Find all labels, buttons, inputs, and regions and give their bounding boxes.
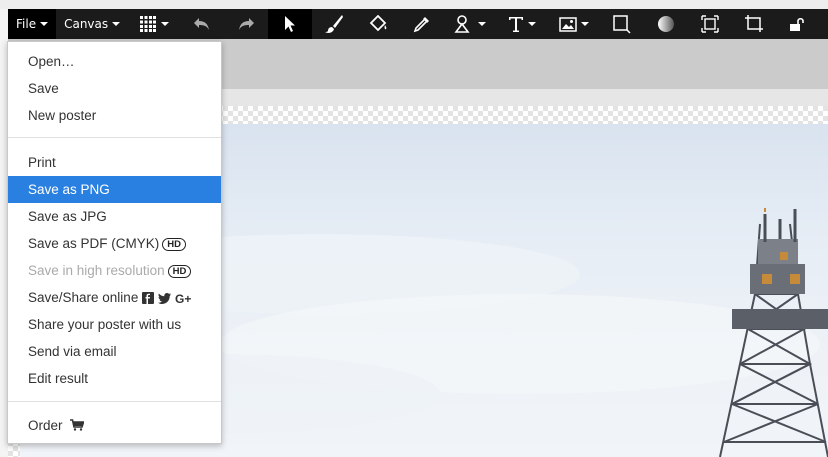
text-tool-icon: [509, 17, 524, 32]
border-tool-button[interactable]: [600, 9, 644, 39]
twitter-icon: [158, 292, 172, 304]
menu-item-label: Save: [28, 81, 59, 96]
canvas-menu-button[interactable]: Canvas: [56, 9, 128, 39]
eyedropper-tool-button[interactable]: [400, 9, 444, 39]
grid-icon: [140, 16, 157, 32]
canvas-menu-label: Canvas: [64, 17, 109, 31]
select-tool-button[interactable]: [268, 9, 313, 39]
menu-item-send-email[interactable]: Send via email: [8, 338, 221, 365]
chevron-down-icon: [528, 22, 537, 26]
chevron-down-icon: [581, 22, 590, 26]
window-top-strip: [0, 0, 828, 9]
menu-item-label: Print: [28, 155, 56, 170]
chevron-down-icon: [161, 22, 170, 26]
menu-item-label: Save in high resolution: [28, 263, 165, 278]
hd-badge: HD: [167, 265, 192, 278]
toolbar: File Canvas: [8, 9, 828, 39]
facebook-icon: [142, 292, 155, 304]
menu-item-label: Save/Share online: [28, 290, 139, 305]
redo-button[interactable]: [224, 9, 268, 39]
chevron-down-icon: [40, 22, 49, 26]
eyedropper-icon: [413, 17, 430, 33]
crop-tool-button[interactable]: [732, 9, 776, 39]
file-dropdown-menu: Open… Save New poster Print Save as PNG …: [7, 41, 222, 444]
menu-item-order[interactable]: Order: [8, 412, 221, 439]
menu-item-save-png[interactable]: Save as PNG: [8, 176, 221, 203]
menu-item-save[interactable]: Save: [8, 75, 221, 102]
menu-item-label: Save as PNG: [28, 182, 110, 197]
menu-item-save-high-resolution[interactable]: Save in high resolution HD: [8, 257, 221, 284]
menu-item-edit-result[interactable]: Edit result: [8, 365, 221, 392]
menu-divider: [8, 401, 221, 402]
menu-item-open[interactable]: Open…: [8, 48, 221, 75]
fill-bucket-icon: [369, 15, 387, 32]
menu-item-label: Save as PDF (CMYK): [28, 236, 160, 251]
menu-item-label: Order: [28, 418, 63, 433]
social-icons: G+: [142, 292, 193, 304]
chevron-down-icon: [112, 22, 121, 26]
shapes-icon: [454, 15, 470, 33]
gradient-icon: [658, 16, 675, 32]
pointer-icon: [285, 16, 296, 32]
menu-item-print[interactable]: Print: [8, 149, 221, 176]
gradient-tool-button[interactable]: [644, 9, 688, 39]
menu-item-label: Send via email: [28, 344, 117, 359]
menu-item-save-pdf[interactable]: Save as PDF (CMYK) HD: [8, 230, 221, 257]
shapes-tool-button[interactable]: [444, 9, 496, 39]
menu-item-share-online[interactable]: Save/Share online G+: [8, 284, 221, 311]
menu-item-label: Save as JPG: [28, 209, 107, 224]
menu-item-label: Open…: [28, 54, 75, 69]
menu-item-label: Share your poster with us: [28, 317, 182, 332]
image-icon: [559, 16, 577, 32]
undo-button[interactable]: [180, 9, 224, 39]
menu-item-save-jpg[interactable]: Save as JPG: [8, 203, 221, 230]
fit-canvas-icon: [701, 15, 719, 33]
shopping-cart-icon: [70, 419, 85, 431]
menu-item-share-poster[interactable]: Share your poster with us: [8, 311, 221, 338]
redo-icon: [239, 18, 255, 30]
google-plus-icon: G+: [175, 293, 191, 304]
svg-text:G+: G+: [175, 293, 191, 304]
lock-icon: [790, 17, 804, 31]
menu-item-label: Edit result: [28, 371, 89, 386]
grid-button[interactable]: [128, 9, 180, 39]
brush-tool-button[interactable]: [312, 9, 356, 39]
fill-tool-button[interactable]: [356, 9, 400, 39]
undo-icon: [194, 18, 210, 30]
menu-item-new-poster[interactable]: New poster: [8, 102, 221, 129]
menu-divider: [8, 137, 221, 138]
lock-button[interactable]: [776, 9, 820, 39]
brush-icon: [325, 15, 344, 33]
crop-icon: [745, 15, 764, 32]
image-tool-button[interactable]: [548, 9, 600, 39]
hd-badge: HD: [162, 238, 187, 251]
text-tool-button[interactable]: [496, 9, 548, 39]
menu-item-label: New poster: [28, 108, 97, 123]
file-menu-button[interactable]: File: [8, 9, 57, 39]
border-icon: [613, 15, 631, 34]
chevron-down-icon: [478, 22, 487, 26]
file-menu-label: File: [16, 17, 37, 31]
fit-canvas-button[interactable]: [688, 9, 732, 39]
